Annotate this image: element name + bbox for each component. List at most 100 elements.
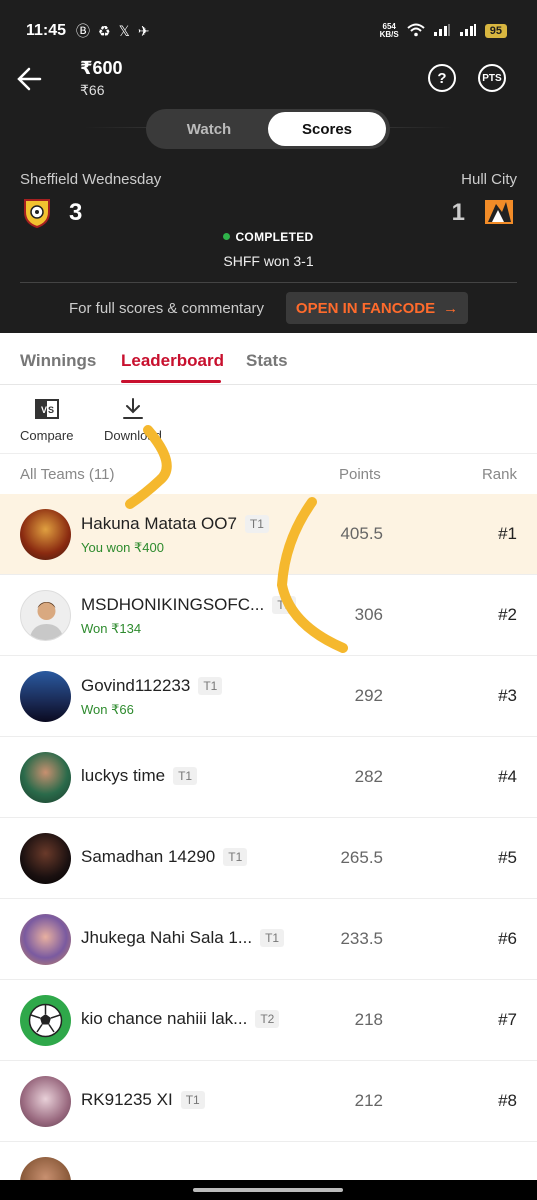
tabs-bar: Winnings Leaderboard Stats [0, 333, 537, 385]
team-name: kio chance nahiii lak... [81, 1009, 248, 1028]
b-icon: Ⓑ [76, 23, 91, 39]
points-button[interactable]: PTS [478, 64, 506, 92]
team-points: 292 [354, 686, 383, 705]
arrow-right-icon: → [443, 299, 459, 317]
avatar [20, 509, 71, 560]
x-icon: 𝕏 [118, 22, 130, 39]
avatar [20, 995, 71, 1046]
team-name: MSDHONIKINGSOFC... [81, 595, 265, 614]
watch-toggle[interactable]: Watch [150, 112, 268, 146]
match-header: 11:45 Ⓑ ♻ 𝕏 ✈ 654KB/S 95 ₹600 ₹66 ? PTS [0, 0, 537, 333]
arrow-left-icon [17, 67, 42, 91]
status-icons: Ⓑ ♻ 𝕏 ✈ [76, 21, 150, 41]
help-icon: ? [437, 69, 447, 87]
teams-count: All Teams (11) [20, 466, 115, 483]
tab-stats[interactable]: Stats [246, 351, 288, 371]
team-rank: #5 [498, 848, 517, 867]
avatar [20, 671, 71, 722]
team-points: 233.5 [340, 929, 383, 948]
team-tag: T1 [180, 1091, 205, 1109]
status-right: 654 KB/S 95 [380, 23, 507, 40]
signal-icon [433, 23, 451, 39]
team2-score: 1 [451, 199, 465, 226]
match-status: COMPLETED [0, 230, 537, 244]
download-button[interactable]: Download [104, 396, 162, 443]
team1-logo [23, 198, 51, 229]
match-result: SHFF won 3-1 [223, 253, 314, 269]
team1-name: Sheffield Wednesday [20, 171, 162, 188]
table-row[interactable]: MSDHONIKINGSOFC... T1 Won ₹134 306 #2 [0, 575, 537, 656]
avatar [20, 1076, 71, 1127]
prize-amount: ₹600 [80, 58, 123, 78]
system-nav-bar [0, 1180, 537, 1200]
avatar [20, 833, 71, 884]
compare-icon: VS [34, 396, 60, 422]
team-points: 306 [354, 605, 383, 624]
active-tab-indicator [121, 380, 221, 383]
entry-amount: ₹66 [80, 82, 105, 98]
team-rank: #4 [498, 767, 517, 786]
team-rank: #3 [498, 686, 517, 705]
team-rank: #6 [498, 929, 517, 948]
table-row[interactable]: luckys time T1 282 #4 [0, 737, 537, 818]
winnings: Won ₹134 [81, 621, 142, 636]
data-rate: 654 KB/S [379, 22, 399, 39]
back-button[interactable] [16, 64, 42, 94]
tab-leaderboard[interactable]: Leaderboard [121, 351, 224, 371]
team-name: luckys time [81, 766, 166, 785]
team-points: 405.5 [340, 524, 383, 543]
team-name: Jhukega Nahi Sala 1... [81, 928, 253, 947]
bolt-icon: ✈ [137, 22, 150, 39]
team-name: Hakuna Matata OO7 [81, 514, 237, 533]
table-row[interactable]: Hakuna Matata OO7 T1 You won ₹400 405.5 #… [0, 494, 537, 575]
table-row[interactable]: kio chance nahiii lak... T2 218 #7 [0, 980, 537, 1061]
pts-icon: PTS [482, 72, 502, 84]
battery-icon: 95 [484, 24, 507, 38]
avatar [20, 914, 71, 965]
table-row[interactable]: Govind112233 T1 Won ₹66 292 #3 [0, 656, 537, 737]
winnings: You won ₹400 [81, 540, 164, 555]
team-rank: #1 [498, 524, 517, 543]
team-rank: #2 [498, 605, 517, 624]
header-divider [20, 282, 517, 283]
status-bar: 11:45 Ⓑ ♻ 𝕏 ✈ 654 KB/S 95 [26, 18, 507, 44]
svg-text:V: V [41, 405, 47, 415]
view-toggle: Watch Scores [146, 109, 390, 149]
compare-button[interactable]: VS Compare [20, 396, 73, 443]
help-button[interactable]: ? [428, 64, 456, 92]
team-name: Samadhan 14290 [81, 847, 216, 866]
open-fancode-button[interactable]: OPEN IN FANCODE → [286, 292, 468, 324]
table-row[interactable]: RK91235 XI T1 212 #8 [0, 1061, 537, 1142]
team-points: 282 [354, 767, 383, 786]
football-icon [28, 1003, 63, 1038]
leaderboard-list: Hakuna Matata OO7 T1 You won ₹400 405.5 #… [0, 494, 537, 1200]
home-gesture-handle[interactable] [193, 1188, 343, 1192]
status-time: 11:45 [26, 22, 67, 39]
team-points: 218 [354, 1010, 383, 1029]
wifi-icon [407, 23, 425, 40]
download-icon [120, 396, 146, 422]
svg-text:S: S [48, 405, 54, 415]
table-row[interactable]: Jhukega Nahi Sala 1... T1 233.5 #6 [0, 899, 537, 980]
team-rank: #8 [498, 1091, 517, 1110]
team-tag: T1 [198, 677, 223, 695]
commentary-text: For full scores & commentary [69, 300, 265, 317]
team1-score: 3 [69, 199, 83, 226]
sync-icon: ♻ [98, 22, 111, 39]
team-rank: #7 [498, 1010, 517, 1029]
table-row[interactable]: Samadhan 14290 T1 265.5 #5 [0, 818, 537, 899]
rank-header: Rank [481, 466, 517, 483]
team-tag: T1 [173, 767, 198, 785]
avatar [20, 752, 71, 803]
team-name: RK91235 XI [81, 1090, 173, 1109]
tab-winnings[interactable]: Winnings [20, 351, 96, 371]
team2-logo [484, 198, 514, 226]
scores-toggle[interactable]: Scores [268, 112, 386, 146]
status-dot [223, 233, 231, 240]
toolbar: VS Compare Download [0, 386, 537, 454]
team-tag: T1 [223, 848, 248, 866]
user-icon [29, 602, 64, 640]
points-header: Points [339, 466, 381, 483]
team-name: Govind112233 [81, 676, 191, 695]
winnings: Won ₹66 [81, 702, 134, 717]
